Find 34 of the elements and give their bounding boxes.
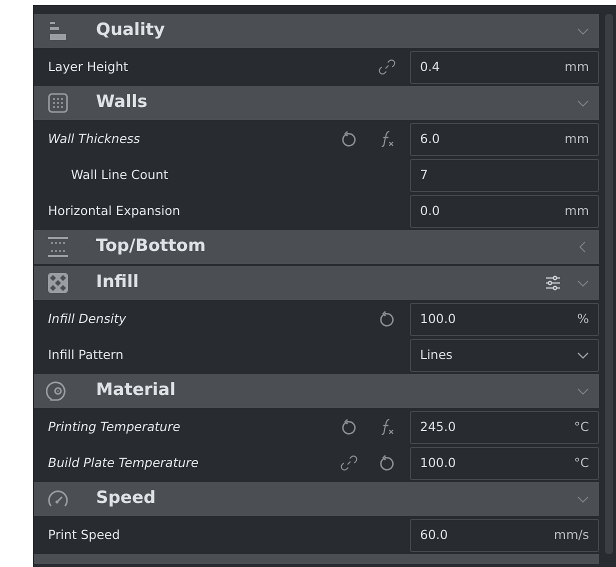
section-header[interactable]: Quality xyxy=(34,14,599,48)
section-header[interactable]: Infill xyxy=(34,266,599,300)
setting-label: Layer Height xyxy=(47,58,130,76)
dotted-square-icon xyxy=(46,91,70,115)
number-field[interactable]: 7 xyxy=(410,158,599,192)
link-icon[interactable] xyxy=(378,58,396,76)
number-field[interactable]: 0.0 mm xyxy=(410,194,599,228)
reset-icon[interactable] xyxy=(378,310,396,328)
layers-icon xyxy=(46,235,70,259)
setting-label: Horizontal Expansion xyxy=(47,202,182,220)
dropdown-field[interactable]: Lines xyxy=(410,338,599,372)
link-icon[interactable] xyxy=(340,454,358,472)
number-field[interactable]: 60.0 mm/s xyxy=(410,518,599,552)
number-field[interactable]: 100.0 % xyxy=(410,302,599,336)
setting-label: Printing Temperature xyxy=(47,418,182,436)
number-field[interactable]: 100.0 °C xyxy=(410,446,599,480)
setting-label: Infill Pattern xyxy=(47,346,124,364)
setting-label: Infill Density xyxy=(47,310,128,328)
number-field[interactable]: 0.4 mm xyxy=(410,50,599,84)
number-field[interactable]: 6.0 mm xyxy=(410,122,599,156)
reset-icon[interactable] xyxy=(378,454,396,472)
reset-icon[interactable] xyxy=(340,418,358,436)
grid-pattern-icon xyxy=(46,271,70,295)
sliders-icon[interactable] xyxy=(545,275,561,291)
setting-label: Wall Line Count xyxy=(70,166,170,184)
section-header[interactable]: Speed xyxy=(34,482,599,516)
setting-label: Wall Thickness xyxy=(47,130,142,148)
section-header[interactable]: Walls xyxy=(34,86,599,120)
setting-label: Print Speed xyxy=(47,526,121,544)
setting-label: Build Plate Temperature xyxy=(47,454,200,472)
number-field[interactable]: 245.0 °C xyxy=(410,410,599,444)
section-header[interactable]: Material xyxy=(34,374,599,408)
reset-icon[interactable] xyxy=(340,130,358,148)
section-header[interactable]: Top/Bottom xyxy=(34,230,599,264)
